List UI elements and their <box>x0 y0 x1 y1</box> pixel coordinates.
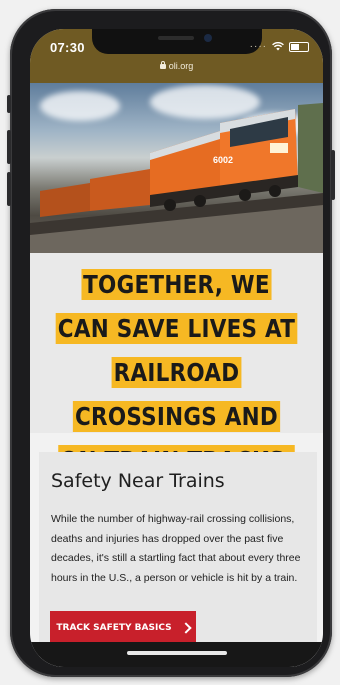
url-text: oli.org <box>168 61 194 71</box>
battery-icon <box>289 41 309 52</box>
url-bar[interactable]: oli.org <box>30 61 323 71</box>
status-bar: 07:30 ···· oli.org <box>30 29 323 83</box>
safety-card: Safety Near Trains While the number of h… <box>39 452 317 667</box>
section-title: Safety Near Trains <box>51 470 225 492</box>
camera-icon <box>204 34 212 42</box>
section-body: While the number of highway-rail crossin… <box>51 513 301 584</box>
power-button <box>331 150 335 200</box>
locomotive-illustration <box>30 103 323 253</box>
headline: TOGETHER, WE CAN SAVE LIVES AT RAILROAD … <box>56 269 297 476</box>
lock-icon <box>159 61 166 69</box>
locomotive-number: 6002 <box>213 155 234 165</box>
phone-screen: 07:30 ···· oli.org 6002 TOGETHER, WE CAN… <box>30 29 323 667</box>
home-indicator[interactable] <box>127 651 227 655</box>
mute-switch <box>7 95 11 113</box>
chevron-right-icon <box>179 622 192 634</box>
notch <box>92 29 262 54</box>
cta-label: TRACK SAFETY BASICS <box>56 623 172 633</box>
status-icons: ···· <box>250 41 309 52</box>
status-time: 07:30 <box>50 40 85 55</box>
speaker <box>158 36 194 40</box>
dots-icon: ···· <box>249 41 267 52</box>
track-safety-basics-button[interactable]: TRACK SAFETY BASICS <box>50 611 196 645</box>
volume-up-button <box>7 130 11 164</box>
wifi-icon <box>272 42 284 51</box>
headline-section: TOGETHER, WE CAN SAVE LIVES AT RAILROAD … <box>30 253 323 476</box>
hero-image: 6002 <box>30 83 323 253</box>
volume-down-button <box>7 172 11 206</box>
